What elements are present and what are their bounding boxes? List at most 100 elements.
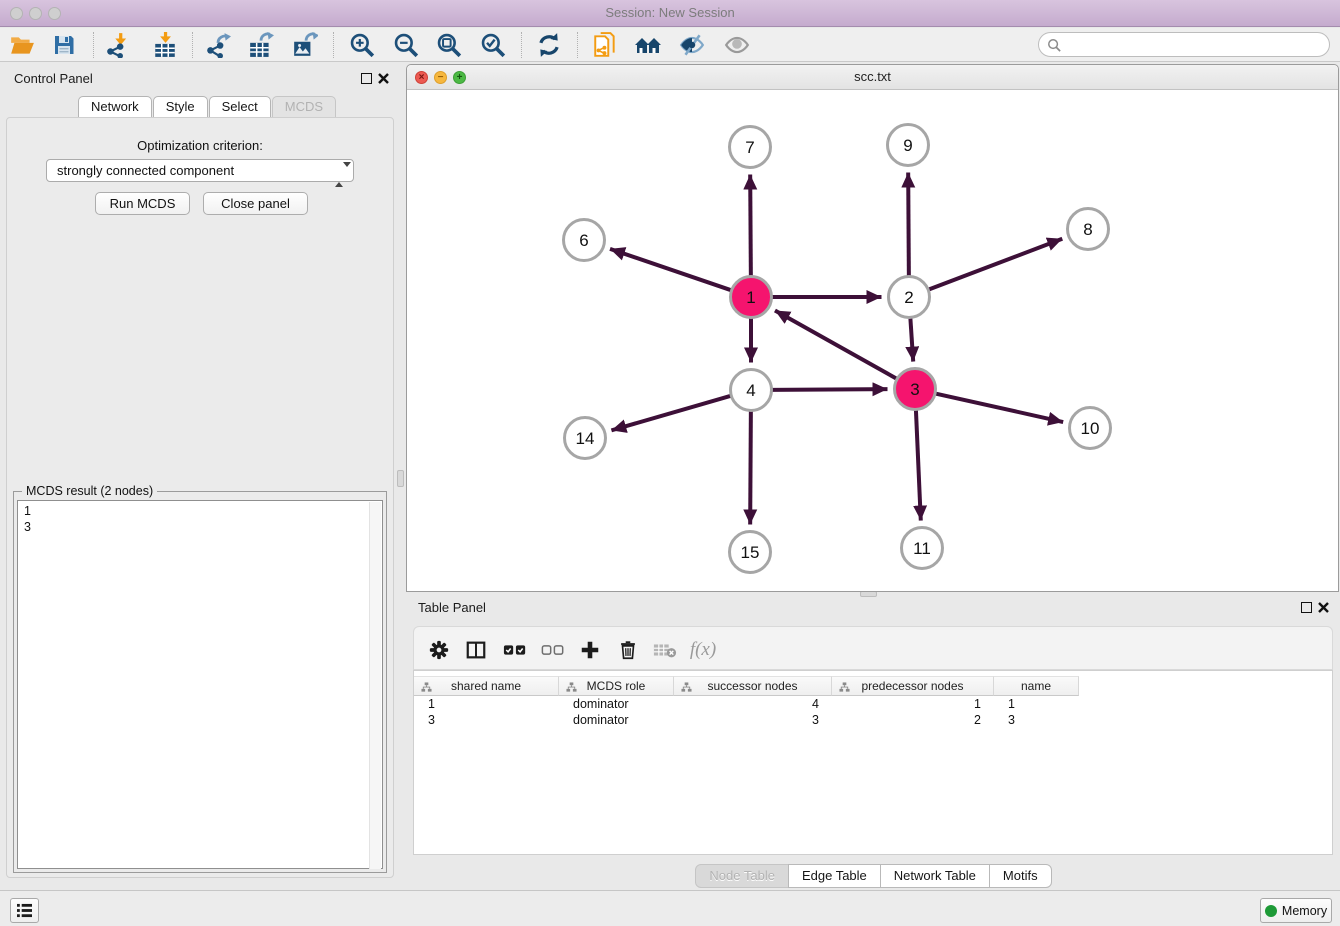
- edge-2-9[interactable]: [908, 172, 909, 275]
- node-label: 1: [746, 288, 755, 307]
- table-panel-float-button[interactable]: [1301, 602, 1312, 613]
- table-cell[interactable]: 2: [832, 712, 994, 728]
- search-input[interactable]: [1065, 35, 1321, 54]
- table-add-row-button[interactable]: [577, 637, 603, 663]
- node-4[interactable]: 4: [731, 370, 772, 411]
- criterion-select[interactable]: strongly connected component: [46, 159, 354, 182]
- control-panel-float-button[interactable]: [361, 73, 372, 84]
- node-1[interactable]: 1: [731, 277, 772, 318]
- table-settings-button[interactable]: [426, 637, 452, 663]
- node-9[interactable]: 9: [888, 125, 929, 166]
- table-panel-close-button[interactable]: [1318, 602, 1329, 613]
- edge-4-14[interactable]: [611, 396, 730, 430]
- network-maximize-button[interactable]: +: [453, 71, 466, 84]
- node-8[interactable]: 8: [1068, 209, 1109, 250]
- table-cell[interactable]: 1: [994, 696, 1079, 712]
- node-11[interactable]: 11: [902, 528, 943, 569]
- edge-4-3[interactable]: [772, 389, 887, 390]
- edge-3-1[interactable]: [775, 310, 896, 378]
- tab-network[interactable]: Network: [78, 96, 152, 118]
- tab-edge-table[interactable]: Edge Table: [788, 864, 881, 888]
- zoom-fit-button[interactable]: [435, 31, 463, 59]
- control-panel-tabs: NetworkStyleSelectMCDS: [78, 96, 337, 118]
- window-minimize-button[interactable]: [29, 7, 42, 20]
- edge-1-7[interactable]: [750, 174, 751, 275]
- table-columns-button[interactable]: [463, 637, 489, 663]
- mcds-result-textarea[interactable]: 13: [17, 500, 383, 869]
- control-panel-close-button[interactable]: [378, 73, 389, 84]
- window-close-button[interactable]: [10, 7, 23, 20]
- import-table-button[interactable]: [151, 31, 179, 59]
- memory-button[interactable]: Memory: [1260, 898, 1332, 923]
- table-cell[interactable]: 1: [832, 696, 994, 712]
- import-network-button[interactable]: [104, 31, 132, 59]
- panel-divider-handle[interactable]: [397, 470, 404, 487]
- tab-mcds[interactable]: MCDS: [272, 96, 336, 118]
- tab-node-table[interactable]: Node Table: [695, 864, 789, 888]
- tab-motifs[interactable]: Motifs: [989, 864, 1052, 888]
- column-header-name[interactable]: name: [994, 676, 1079, 696]
- network-minimize-button[interactable]: −: [434, 71, 447, 84]
- column-header-label: name: [1021, 679, 1051, 693]
- table-cell[interactable]: 3: [674, 712, 832, 728]
- table-function-builder-button[interactable]: f(x): [690, 637, 716, 663]
- node-15[interactable]: 15: [730, 532, 771, 573]
- open-session-button[interactable]: [8, 31, 36, 59]
- run-mcds-button[interactable]: Run MCDS: [95, 192, 190, 215]
- table-row[interactable]: 1dominator411: [414, 696, 1332, 712]
- edge-3-10[interactable]: [936, 394, 1063, 422]
- toggle-visibility-button[interactable]: [678, 31, 706, 59]
- table-cell[interactable]: 4: [674, 696, 832, 712]
- tab-network-table[interactable]: Network Table: [880, 864, 990, 888]
- zoom-in-button[interactable]: [348, 31, 376, 59]
- table-cell[interactable]: 3: [994, 712, 1079, 728]
- export-image-button[interactable]: [291, 31, 319, 59]
- column-header-shared-name[interactable]: shared name: [414, 676, 559, 696]
- table-deselect-all-button[interactable]: [540, 637, 566, 663]
- table-cell[interactable]: 3: [414, 712, 559, 728]
- column-header-successor-nodes[interactable]: successor nodes: [674, 676, 832, 696]
- table-cell[interactable]: 1: [414, 696, 559, 712]
- node-6[interactable]: 6: [564, 220, 605, 261]
- table-delete-table-button[interactable]: [652, 637, 678, 663]
- edge-2-3[interactable]: [910, 318, 913, 361]
- column-header-MCDS-role[interactable]: MCDS role: [559, 676, 674, 696]
- task-history-button[interactable]: [10, 898, 39, 923]
- table-cell[interactable]: dominator: [559, 712, 674, 728]
- edge-4-15[interactable]: [750, 411, 751, 524]
- export-network-button[interactable]: [204, 31, 232, 59]
- column-header-predecessor-nodes[interactable]: predecessor nodes: [832, 676, 994, 696]
- edge-3-11[interactable]: [916, 410, 921, 520]
- window-zoom-button[interactable]: [48, 7, 61, 20]
- table-select-all-button[interactable]: [502, 637, 528, 663]
- tab-style[interactable]: Style: [153, 96, 208, 118]
- zoom-selected-button[interactable]: [479, 31, 507, 59]
- node-2[interactable]: 2: [889, 277, 930, 318]
- node-10[interactable]: 10: [1070, 408, 1111, 449]
- duplicate-network-button[interactable]: [591, 31, 619, 59]
- node-label: 7: [745, 138, 754, 157]
- export-image-icon: [292, 32, 318, 58]
- toolbar-separator: [192, 32, 193, 58]
- result-scrollbar[interactable]: [369, 502, 381, 869]
- edge-2-8[interactable]: [929, 239, 1062, 290]
- edge-1-6[interactable]: [610, 249, 731, 290]
- close-panel-button[interactable]: Close panel: [203, 192, 308, 215]
- zoom-out-button[interactable]: [392, 31, 420, 59]
- table-cell[interactable]: dominator: [559, 696, 674, 712]
- network-close-button[interactable]: ×: [415, 71, 428, 84]
- table-row[interactable]: 3dominator323: [414, 712, 1332, 728]
- export-table-button[interactable]: [247, 31, 275, 59]
- network-canvas-svg[interactable]: 7 9 6 8 1 2 4 3 14 10 15 11: [407, 90, 1338, 592]
- save-session-button[interactable]: [50, 31, 78, 59]
- node-3[interactable]: 3: [895, 369, 936, 410]
- node-label: 3: [910, 380, 919, 399]
- home-view-button[interactable]: [634, 31, 662, 59]
- tab-select[interactable]: Select: [209, 96, 271, 118]
- table-delete-rows-button[interactable]: [615, 637, 641, 663]
- refresh-view-button[interactable]: [535, 31, 563, 59]
- node-14[interactable]: 14: [565, 418, 606, 459]
- eye-disabled-button[interactable]: [723, 31, 751, 59]
- node-7[interactable]: 7: [730, 127, 771, 168]
- window-title: Session: New Session: [0, 0, 1340, 26]
